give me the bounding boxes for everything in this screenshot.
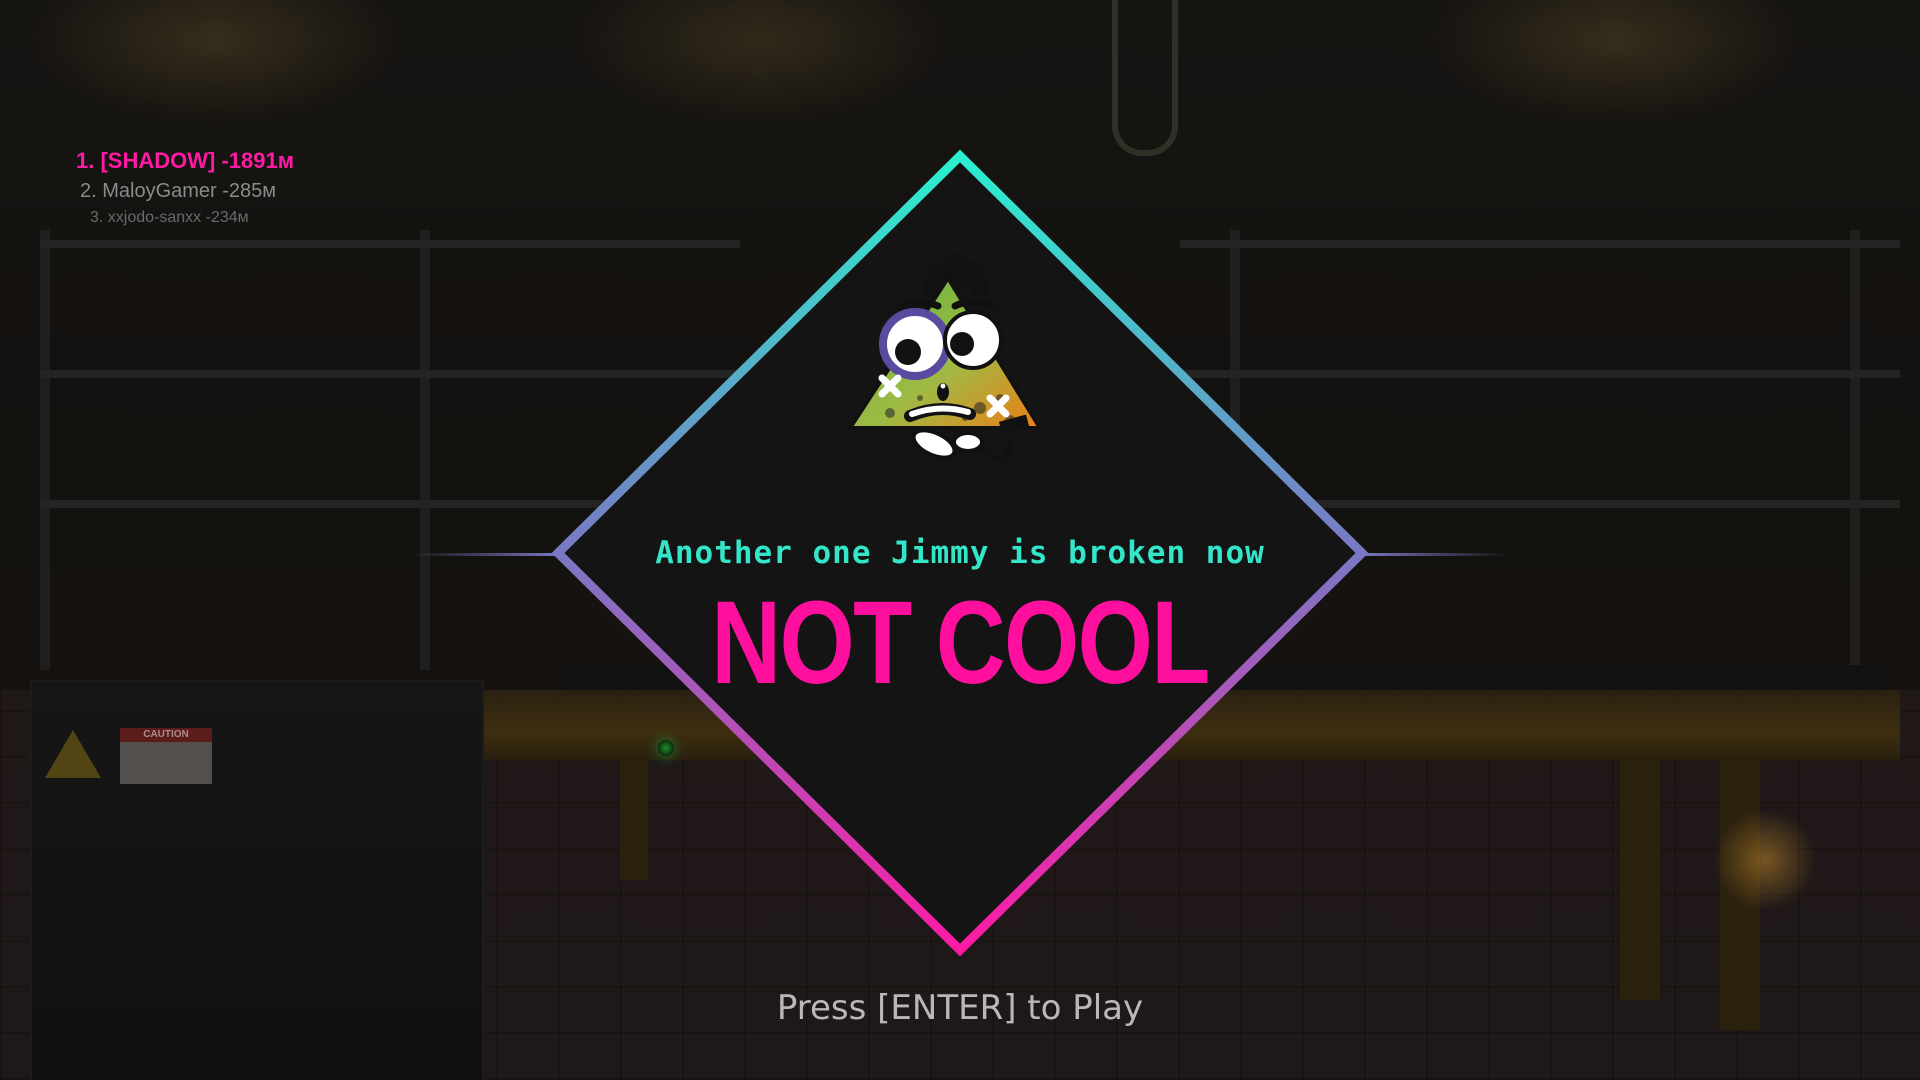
press-enter-prompt[interactable]: Press [ENTER] to Play (660, 988, 1260, 1028)
broken-jimmy-character-icon (846, 254, 1044, 467)
leaderboard-entry-1: 1. [SHADOW] -1891м (76, 148, 294, 173)
game-over-headline: NOT COOL (711, 577, 1210, 709)
emblem-line-right (1360, 553, 1510, 556)
emblem-line-left (410, 553, 560, 556)
leaderboard: 1. [SHADOW] -1891м 2. MaloyGamer -285м 3… (60, 148, 294, 227)
game-scene: CAUTION 1. [SHADOW] -1891м 2. MaloyGamer… (0, 0, 1920, 1080)
game-over-subtitle: Another one Jimmy is broken now (655, 535, 1265, 571)
leaderboard-entry-3: 3. xxjodo-sanxx -234м (90, 209, 249, 226)
leaderboard-entry-2: 2. MaloyGamer -285м (80, 180, 277, 202)
